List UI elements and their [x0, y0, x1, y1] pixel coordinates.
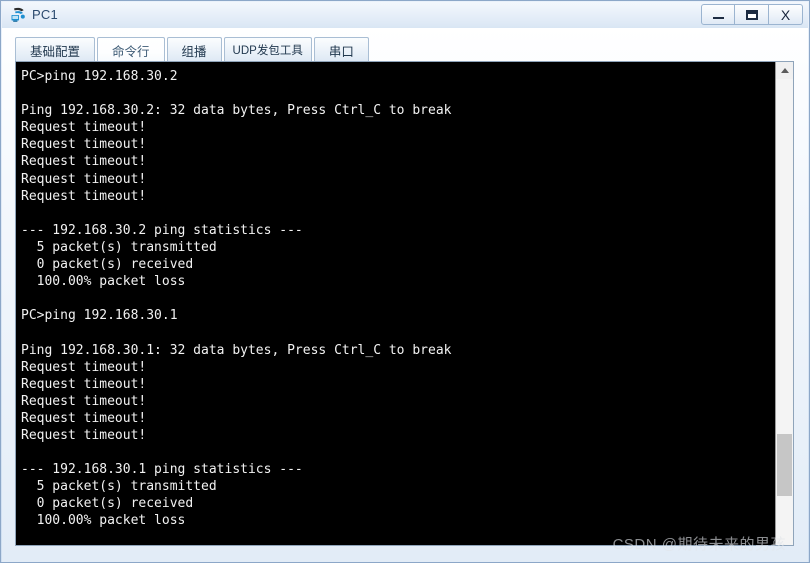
console-scrollbar[interactable] — [775, 62, 793, 545]
scrollbar-thumb[interactable] — [777, 434, 792, 496]
close-icon: X — [780, 6, 791, 23]
title-bar[interactable]: PC1 X — [2, 2, 808, 28]
close-button[interactable]: X — [769, 4, 803, 25]
tab-label: 基础配置 — [30, 44, 81, 59]
minimize-button[interactable] — [701, 4, 735, 25]
pc1-window: PC1 X 基础配置 命令行 组播 UDP发包工具 串口 PC>ping 192… — [0, 0, 810, 563]
tab-udp-packet-tool[interactable]: UDP发包工具 — [223, 37, 312, 62]
maximize-button[interactable] — [735, 4, 769, 25]
console-text: PC>ping 192.168.30.2 Ping 192.168.30.2: … — [21, 69, 452, 529]
console-output[interactable]: PC>ping 192.168.30.2 Ping 192.168.30.2: … — [16, 62, 775, 545]
window-controls: X — [701, 4, 803, 25]
console-panel: PC>ping 192.168.30.2 Ping 192.168.30.2: … — [15, 61, 794, 546]
tab-label: 命令行 — [112, 44, 150, 59]
tab-basic-config[interactable]: 基础配置 — [15, 37, 96, 62]
tab-bar: 基础配置 命令行 组播 UDP发包工具 串口 — [15, 36, 371, 62]
tab-multicast[interactable]: 组播 — [166, 37, 222, 62]
client-area: 基础配置 命令行 组播 UDP发包工具 串口 PC>ping 192.168.3… — [2, 28, 808, 562]
minimize-icon — [712, 17, 724, 19]
tab-command-line[interactable]: 命令行 — [97, 37, 165, 62]
pc-device-icon — [9, 6, 27, 24]
tab-label: 串口 — [328, 44, 354, 59]
scroll-up-button[interactable] — [776, 62, 793, 79]
tab-serial-port[interactable]: 串口 — [313, 37, 369, 62]
maximize-icon — [745, 9, 758, 20]
tab-label: 组播 — [181, 44, 207, 59]
window-title: PC1 — [32, 7, 58, 22]
scrollbar-track[interactable] — [776, 79, 793, 545]
tab-label: UDP发包工具 — [232, 45, 303, 57]
chevron-up-icon — [780, 68, 789, 73]
